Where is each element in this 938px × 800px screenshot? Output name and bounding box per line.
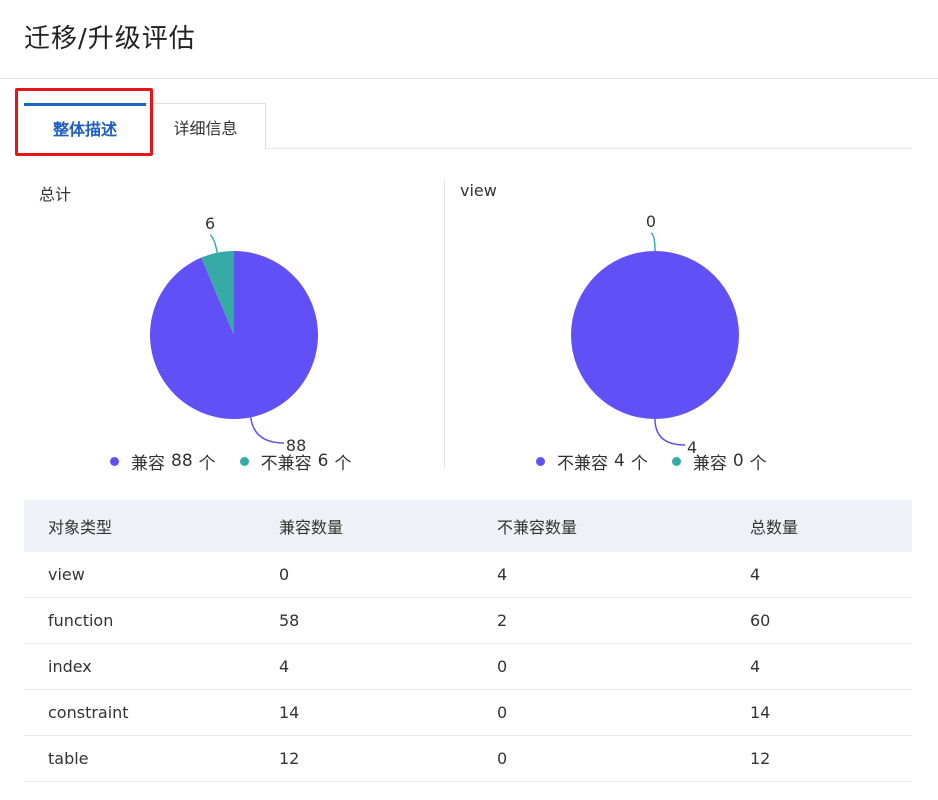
cell-compatible-count: 0 xyxy=(279,565,290,584)
legend-unit: 个 xyxy=(630,453,648,474)
cell-compatible-count: 12 xyxy=(279,749,300,768)
cell-total-count: 14 xyxy=(750,703,771,722)
cell-compatible-count: 14 xyxy=(279,703,300,722)
legend-count: 4 xyxy=(614,451,625,471)
pie-label-line xyxy=(249,417,284,444)
legend-view: 不兼容 4 个 兼容 0 个 xyxy=(536,448,767,474)
legend-count: 88 xyxy=(171,451,193,471)
cell-object-type: index xyxy=(48,657,92,676)
cell-incompatible-count: 4 xyxy=(497,565,508,584)
pie-label-line xyxy=(654,418,686,446)
cell-object-type: constraint xyxy=(48,703,129,722)
cell-total-count: 12 xyxy=(750,749,771,768)
object-type-table: 对象类型 兼容数量 不兼容数量 总数量 view 0 4 4 function … xyxy=(24,500,912,782)
header-total-count: 总数量 xyxy=(750,518,799,537)
legend-label: 不兼容 xyxy=(557,453,608,474)
legend-dot-icon xyxy=(110,456,119,466)
pie-slice[interactable] xyxy=(150,251,319,419)
table-row: constraint 14 0 14 xyxy=(24,690,912,736)
cell-compatible-count: 4 xyxy=(279,657,290,676)
table-header-row: 对象类型 兼容数量 不兼容数量 总数量 xyxy=(24,500,912,552)
cell-total-count: 4 xyxy=(750,657,761,676)
legend-count: 6 xyxy=(317,451,329,471)
cell-incompatible-count: 2 xyxy=(497,611,508,630)
legend-count: 0 xyxy=(732,451,744,471)
legend-item-incompatible[interactable]: 不兼容 6 个 xyxy=(239,449,352,474)
legend-label: 不兼容 xyxy=(260,453,312,474)
pie-slice[interactable] xyxy=(571,251,739,419)
pie-charts: 88640 xyxy=(150,212,739,457)
cell-object-type: table xyxy=(48,749,89,768)
pie-label-line xyxy=(650,232,656,252)
cell-incompatible-count: 0 xyxy=(497,749,508,768)
table-row: table 12 0 12 xyxy=(24,736,912,782)
legend-item-incompatible[interactable]: 不兼容 4 个 xyxy=(536,449,648,474)
legend-label: 兼容 xyxy=(692,453,727,474)
table-row: function 58 2 60 xyxy=(24,598,912,644)
cell-object-type: function xyxy=(48,611,114,630)
legend-item-compatible[interactable]: 兼容 0 个 xyxy=(671,449,767,474)
header-incompatible-count: 不兼容数量 xyxy=(497,518,578,537)
legend-dot-icon xyxy=(239,456,249,466)
pie-value-label: 6 xyxy=(205,214,215,233)
cell-total-count: 60 xyxy=(750,611,771,630)
cell-compatible-count: 58 xyxy=(279,611,300,630)
legend-dot-icon xyxy=(671,456,681,466)
cell-incompatible-count: 0 xyxy=(497,703,508,722)
header-object-type: 对象类型 xyxy=(48,518,113,537)
pie-label-line xyxy=(209,234,219,253)
legend-unit: 个 xyxy=(749,453,767,474)
cell-total-count: 4 xyxy=(750,565,761,584)
legend-unit: 个 xyxy=(198,453,216,474)
header-compatible-count: 兼容数量 xyxy=(279,518,344,537)
pie-value-label: 0 xyxy=(646,212,656,231)
legend-dot-icon xyxy=(536,456,545,466)
table-row: view 0 4 4 xyxy=(24,552,912,598)
table-row: index 4 0 4 xyxy=(24,644,912,690)
cell-object-type: view xyxy=(48,565,85,584)
legend-unit: 个 xyxy=(334,453,352,474)
legend-item-compatible[interactable]: 兼容 88 个 xyxy=(110,449,216,474)
legend-total: 兼容 88 个 不兼容 6 个 xyxy=(110,448,351,474)
legend-label: 兼容 xyxy=(131,453,165,474)
cell-incompatible-count: 0 xyxy=(497,657,508,676)
